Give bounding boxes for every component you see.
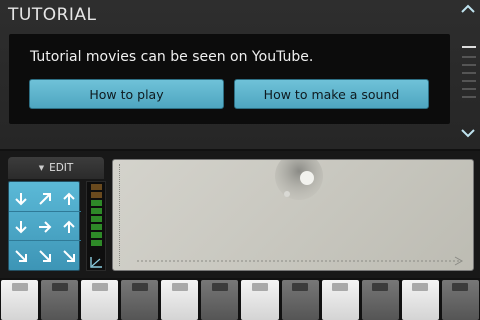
step-key[interactable] bbox=[121, 280, 159, 320]
arrow-up-button[interactable] bbox=[59, 189, 79, 209]
step-key[interactable] bbox=[1, 280, 39, 320]
key-notch bbox=[51, 283, 68, 291]
meter-segment bbox=[91, 200, 102, 206]
arrow-up-icon bbox=[63, 192, 75, 205]
meter-segment bbox=[91, 224, 102, 230]
arrow-down-right-button[interactable] bbox=[35, 246, 55, 266]
step-key[interactable] bbox=[161, 280, 199, 320]
key-notch bbox=[131, 283, 148, 291]
arrow-right-icon bbox=[39, 221, 52, 233]
arrow-right-button[interactable] bbox=[35, 217, 55, 237]
x-axis-arrow-icon bbox=[137, 256, 464, 266]
arrow-direction-pad bbox=[8, 181, 81, 271]
tutorial-info-text: Tutorial movies can be seen on YouTube. bbox=[30, 49, 314, 65]
arrow-down-button[interactable] bbox=[11, 217, 31, 237]
arrow-down-button[interactable] bbox=[11, 189, 31, 209]
step-key[interactable] bbox=[281, 280, 319, 320]
key-notch bbox=[452, 283, 469, 291]
how-to-play-button[interactable]: How to play bbox=[29, 79, 224, 109]
arrow-row bbox=[9, 242, 81, 270]
arrow-up-right-icon bbox=[39, 193, 51, 205]
pad-cursor-icon bbox=[275, 160, 323, 200]
arrow-down-right-button[interactable] bbox=[59, 246, 79, 266]
scroll-tick bbox=[462, 56, 476, 58]
chevron-up-icon bbox=[461, 4, 475, 13]
key-notch bbox=[412, 283, 429, 291]
scroll-tick bbox=[462, 88, 476, 90]
tutorial-info-box: Tutorial movies can be seen on YouTube. … bbox=[9, 34, 450, 124]
arrow-row bbox=[9, 213, 81, 241]
step-key[interactable] bbox=[241, 280, 279, 320]
key-notch bbox=[211, 283, 228, 291]
key-notch bbox=[292, 283, 309, 291]
meter-segment bbox=[91, 208, 102, 214]
chevron-down-icon bbox=[461, 129, 475, 138]
arrow-up-button[interactable] bbox=[59, 217, 79, 237]
level-meter bbox=[86, 181, 106, 271]
triangle-down-icon: ▼ bbox=[38, 164, 45, 172]
arrow-down-right-icon bbox=[15, 250, 27, 262]
performance-area: ▼ EDIT bbox=[0, 151, 480, 278]
scroll-tick bbox=[462, 64, 476, 66]
scroll-up-button[interactable] bbox=[457, 0, 479, 18]
key-notch bbox=[332, 283, 349, 291]
key-notch bbox=[171, 283, 188, 291]
key-notch bbox=[252, 283, 268, 291]
edit-tab[interactable]: ▼ EDIT bbox=[8, 157, 104, 179]
step-key[interactable] bbox=[81, 280, 119, 320]
scroll-tick-active bbox=[462, 46, 476, 48]
arrow-up-right-button[interactable] bbox=[35, 189, 55, 209]
meter-segment bbox=[91, 232, 102, 238]
scroll-tick bbox=[462, 80, 476, 82]
key-notch bbox=[91, 283, 108, 291]
scroll-down-button[interactable] bbox=[457, 124, 479, 142]
step-key[interactable] bbox=[441, 280, 479, 320]
xy-touch-pad[interactable] bbox=[112, 159, 474, 271]
tutorial-panel: TUTORIAL Tutorial movies can be seen on … bbox=[0, 0, 480, 151]
arrow-down-right-icon bbox=[63, 250, 75, 262]
arrow-down-right-icon bbox=[39, 250, 51, 262]
edit-tab-label: EDIT bbox=[49, 162, 74, 174]
step-key[interactable] bbox=[321, 280, 359, 320]
scroll-tick bbox=[462, 96, 476, 98]
step-key[interactable] bbox=[361, 280, 399, 320]
step-key[interactable] bbox=[401, 280, 439, 320]
key-notch bbox=[11, 283, 28, 291]
meter-segment bbox=[91, 240, 102, 246]
step-key[interactable] bbox=[201, 280, 239, 320]
arrow-row bbox=[9, 185, 81, 213]
arrow-down-right-button[interactable] bbox=[11, 246, 31, 266]
key-notch bbox=[372, 283, 389, 291]
arrow-up-icon bbox=[63, 220, 75, 233]
scroll-tick bbox=[462, 72, 476, 74]
meter-segment bbox=[91, 192, 102, 198]
panel-title: TUTORIAL bbox=[8, 5, 97, 25]
step-keyboard bbox=[0, 278, 480, 320]
meter-segment bbox=[91, 216, 102, 222]
scroll-position-indicator[interactable] bbox=[462, 40, 476, 104]
arrow-down-icon bbox=[15, 221, 27, 234]
meter-segment bbox=[91, 184, 102, 190]
how-to-make-sound-button[interactable]: How to make a sound bbox=[234, 79, 429, 109]
arrow-down-icon bbox=[15, 193, 27, 206]
step-key[interactable] bbox=[41, 280, 79, 320]
axis-icon[interactable] bbox=[89, 256, 103, 268]
